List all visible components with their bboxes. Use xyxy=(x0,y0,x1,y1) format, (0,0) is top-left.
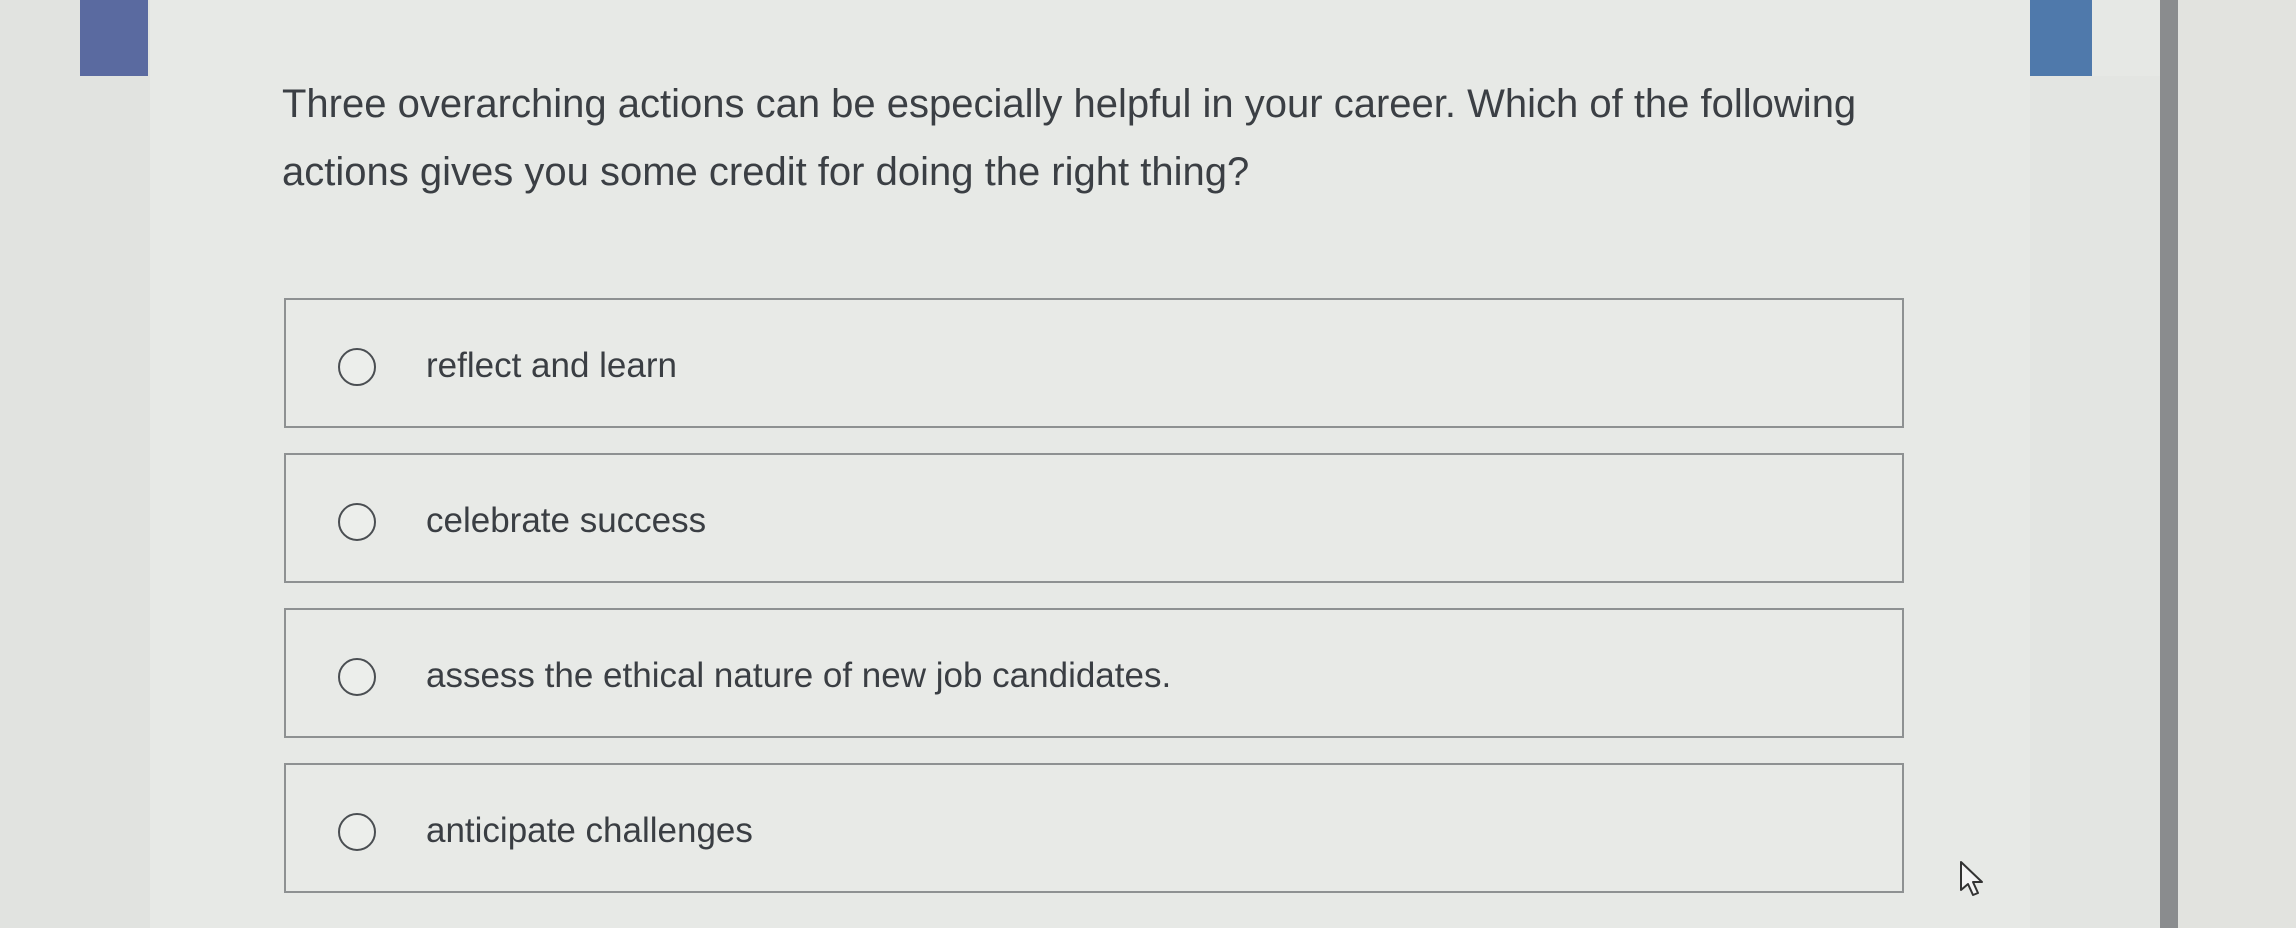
scrollbar[interactable] xyxy=(2160,0,2178,928)
question-text: Three overarching actions can be especia… xyxy=(282,82,1857,194)
option-assess-ethical-nature[interactable]: assess the ethical nature of new job can… xyxy=(284,608,1904,738)
option-label: assess the ethical nature of new job can… xyxy=(426,656,1172,695)
option-label: anticipate challenges xyxy=(426,811,753,850)
right-margin xyxy=(2178,0,2296,928)
option-label: reflect and learn xyxy=(426,346,677,385)
radio-button-icon[interactable] xyxy=(338,348,376,386)
option-reflect-and-learn[interactable]: reflect and learn xyxy=(284,298,1904,428)
right-gutter xyxy=(2030,76,2160,928)
right-accent-tab xyxy=(2030,0,2092,76)
radio-button-icon[interactable] xyxy=(338,503,376,541)
option-label: celebrate success xyxy=(426,501,707,540)
option-celebrate-success[interactable]: celebrate success xyxy=(284,453,1904,583)
left-accent-tab xyxy=(80,0,148,76)
mouse-pointer-icon xyxy=(1960,861,1983,896)
left-margin xyxy=(0,0,150,928)
option-anticipate-challenges[interactable]: anticipate challenges xyxy=(284,763,1904,893)
radio-button-icon[interactable] xyxy=(338,658,376,696)
radio-button-icon[interactable] xyxy=(338,813,376,851)
